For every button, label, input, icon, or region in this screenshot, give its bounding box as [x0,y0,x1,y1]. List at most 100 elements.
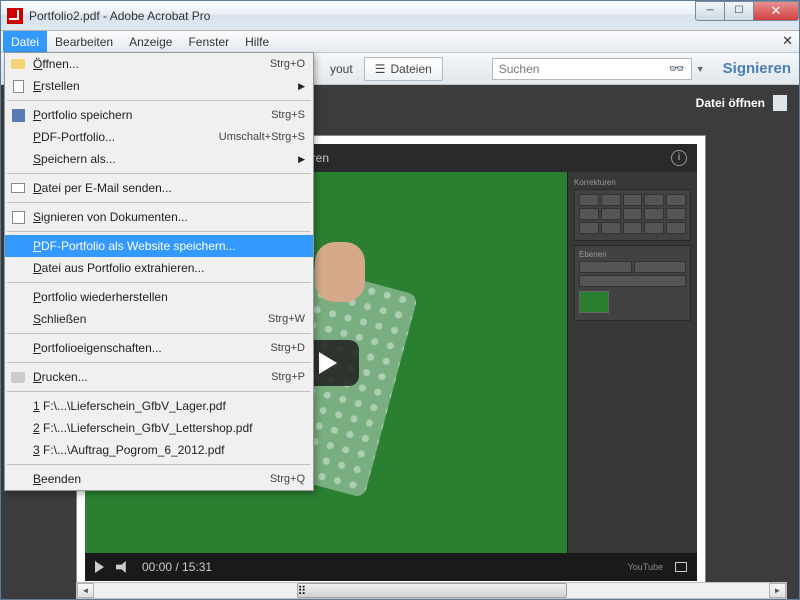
sign-button[interactable]: Signieren [723,60,791,77]
menu-item-label: 1 F:\...\Lieferschein_GfbV_Lager.pdf [33,399,226,413]
menu-item[interactable]: Portfolio speichern Strg+S [5,104,313,126]
submenu-arrow-icon: ▶ [298,154,305,165]
menu-separator [7,464,311,465]
menu-item-label: Erstellen [33,79,80,93]
menu-separator [7,173,311,174]
print-icon [10,369,26,385]
menu-item-label: Portfolio wiederherstellen [33,290,168,304]
menu-item-label: Portfolioeigenschaften... [33,341,162,355]
menu-shortcut: Umschalt+Strg+S [219,131,305,143]
menu-shortcut: Strg+W [268,313,305,325]
menu-item-label: 2 F:\...\Lieferschein_GfbV_Lettershop.pd… [33,421,252,435]
menu-separator [7,333,311,334]
folder-icon [10,56,26,72]
menu-datei[interactable]: Datei [3,31,47,52]
menu-item-label: Drucken... [33,370,88,384]
layer-thumbnail [579,291,609,313]
menu-shortcut: Strg+Q [270,473,305,485]
menu-separator [7,100,311,101]
menu-item-label: Signieren von Dokumenten... [33,210,188,224]
menu-anzeige[interactable]: Anzeige [121,31,180,52]
volume-icon[interactable] [116,561,130,573]
menu-item[interactable]: Speichern als... ▶ [5,148,313,170]
toolbar-view-group: yout ☰ Dateien [319,57,443,81]
video-play-icon[interactable] [95,561,104,573]
menu-item-label: Speichern als... [33,152,116,166]
horizontal-scrollbar[interactable]: ◄ ⠿ ► [76,582,787,599]
menu-item[interactable]: Schließen Strg+W [5,308,313,330]
menu-item[interactable]: Portfolio wiederherstellen [5,286,313,308]
menu-hilfe[interactable]: Hilfe [237,31,277,52]
menu-item[interactable]: 2 F:\...\Lieferschein_GfbV_Lettershop.pd… [5,417,313,439]
dateien-button[interactable]: ☰ Dateien [364,57,443,81]
menu-separator [7,391,311,392]
scroll-right-arrow[interactable]: ► [769,583,786,598]
menu-item-label: Datei aus Portfolio extrahieren... [33,261,204,275]
menu-item-label: PDF-Portfolio als Website speichern... [33,239,236,253]
menu-item[interactable]: 1 F:\...\Lieferschein_GfbV_Lager.pdf [5,395,313,417]
video-time: 00:00 / 15:31 [142,560,212,574]
menu-item[interactable]: 3 F:\...\Auftrag_Pogrom_6_2012.pdf [5,439,313,461]
app-icon [7,8,23,24]
menu-item[interactable]: Drucken... Strg+P [5,366,313,388]
info-icon[interactable]: i [671,150,687,166]
menu-item[interactable]: PDF-Portfolio als Website speichern... [5,235,313,257]
menu-item-label: Schließen [33,312,86,326]
menu-item[interactable]: Öffnen... Strg+O [5,53,313,75]
list-icon: ☰ [375,62,386,76]
document-close-icon[interactable]: ✕ [782,33,793,49]
minimize-button[interactable]: ─ [695,1,725,21]
menu-item[interactable]: Portfolioeigenschaften... Strg+D [5,337,313,359]
video-controls: 00:00 / 15:31 YouTube [85,553,697,581]
menu-shortcut: Strg+S [271,109,305,121]
menu-item-label: PDF-Portfolio... [33,130,115,144]
youtube-logo[interactable]: YouTube [628,562,663,572]
scroll-left-arrow[interactable]: ◄ [77,583,94,598]
search-dropdown-arrow[interactable]: ▼ [696,64,705,74]
menu-separator [7,202,311,203]
submenu-arrow-icon: ▶ [298,81,305,92]
menu-item-label: Portfolio speichern [33,108,132,122]
binoculars-icon[interactable]: 👓 [669,61,685,77]
menu-item[interactable]: Datei aus Portfolio extrahieren... [5,257,313,279]
menu-item-label: Beenden [33,472,81,486]
menu-item-label: 3 F:\...\Auftrag_Pogrom_6_2012.pdf [33,443,224,457]
menu-shortcut: Strg+D [270,342,305,354]
menu-separator [7,362,311,363]
doc-icon [10,78,26,94]
menu-bearbeiten[interactable]: Bearbeiten [47,31,121,52]
close-button[interactable]: ✕ [753,1,799,21]
search-box[interactable]: 👓 [492,58,692,80]
file-menu-dropdown: Öffnen... Strg+O Erstellen ▶ Portfolio speic… [4,52,314,491]
menu-item[interactable]: Signieren von Dokumenten... [5,206,313,228]
fullscreen-icon[interactable] [675,562,687,572]
menu-item[interactable]: Datei per E-Mail senden... [5,177,313,199]
menu-item[interactable]: PDF-Portfolio... Umschalt+Strg+S [5,126,313,148]
mail-icon [10,180,26,196]
layout-button[interactable]: yout [319,57,364,81]
menu-item-label: Öffnen... [33,57,79,71]
sign-icon [10,209,26,225]
titlebar: Portfolio2.pdf - Adobe Acrobat Pro ─ ☐ ✕ [1,1,799,31]
menu-fenster[interactable]: Fenster [180,31,237,52]
window-title: Portfolio2.pdf - Adobe Acrobat Pro [29,9,696,23]
menu-separator [7,231,311,232]
menu-shortcut: Strg+P [271,371,305,383]
scroll-track[interactable]: ⠿ [94,583,769,598]
scroll-thumb[interactable]: ⠿ [297,583,567,598]
menu-shortcut: Strg+O [270,58,305,70]
layers-panel: Ebenen [574,245,691,321]
photoshop-panels: Korrekturen Ebenen [567,172,697,553]
adjustments-panel [574,189,691,241]
save-icon [10,107,26,123]
search-input[interactable] [499,62,669,76]
maximize-button[interactable]: ☐ [724,1,754,21]
window-controls: ─ ☐ ✕ [696,1,799,21]
menu-separator [7,282,311,283]
open-file-link[interactable]: Datei öffnen [696,95,787,111]
video-thumbnail-hand [315,242,365,302]
menu-item[interactable]: Beenden Strg+Q [5,468,313,490]
menu-item-label: Datei per E-Mail senden... [33,181,172,195]
menu-item[interactable]: Erstellen ▶ [5,75,313,97]
menubar: Datei Bearbeiten Anzeige Fenster Hilfe ✕ [1,31,799,53]
